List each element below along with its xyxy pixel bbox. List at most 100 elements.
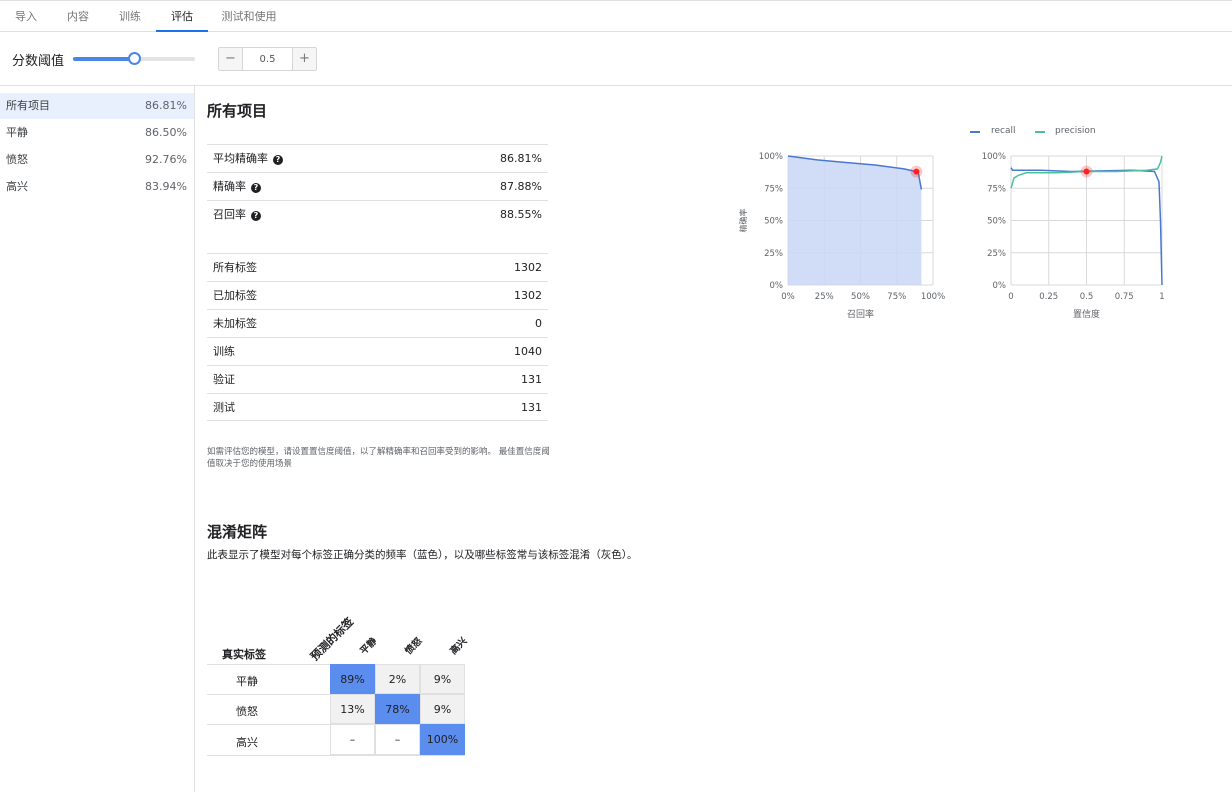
legend-label-precision: precision [1055, 126, 1096, 136]
legend-swatch-recall [970, 131, 980, 133]
y-tick-label: 75% [987, 184, 1006, 194]
sidebar-item-label: 高兴 [6, 180, 28, 193]
count-value: 0 [535, 317, 542, 330]
matrix-cell[interactable]: 9% [420, 664, 465, 694]
slider-fill [73, 57, 134, 61]
threshold-stepper: − + [218, 47, 317, 71]
tab-import[interactable]: 导入 [6, 1, 46, 32]
legend-recall: recall [970, 126, 1016, 136]
sidebar-item-label: 愤怒 [6, 153, 28, 166]
row-label-calm: 平静 [236, 675, 258, 688]
matrix-cell[interactable]: 13% [330, 694, 375, 724]
help-icon[interactable]: ? [273, 155, 283, 165]
tab-test-and-use[interactable]: 测试和使用 [216, 1, 282, 32]
sidebar-item-value: 83.94% [145, 180, 187, 193]
metric-label: 平均精确率 [213, 152, 268, 165]
matrix-cell[interactable]: 100% [420, 724, 465, 755]
help-icon[interactable]: ? [251, 211, 261, 221]
matrix-row-divider [207, 755, 465, 756]
x-tick-label: 50% [851, 292, 870, 302]
pr-area [788, 156, 922, 285]
sidebar-item-value: 92.76% [145, 153, 187, 166]
x-tick-label: 0% [781, 292, 795, 302]
matrix-cell[interactable]: 9% [420, 694, 465, 724]
x-tick-label: 0.25 [1039, 292, 1058, 302]
count-row-validation: 验证 131 [207, 365, 548, 393]
predicted-label-header: 预测的标签 [308, 615, 357, 664]
x-tick-label: 0 [1008, 292, 1013, 302]
sidebar-item-all[interactable]: 所有项目 86.81% [0, 93, 194, 119]
count-row-test: 测试 131 [207, 393, 548, 421]
matrix-cell[interactable]: 89% [330, 664, 375, 694]
x-tick-label: 75% [887, 292, 906, 302]
count-label: 测试 [213, 401, 235, 414]
help-icon[interactable]: ? [251, 183, 261, 193]
metric-value: 88.55% [500, 208, 542, 221]
matrix-cell[interactable]: – [375, 724, 420, 755]
y-axis-label: 精确率 [738, 209, 748, 233]
sidebar-item-angry[interactable]: 愤怒 92.76% [0, 147, 194, 173]
threshold-marker [1083, 168, 1090, 175]
column-header-angry: 愤怒 [403, 635, 425, 657]
threshold-input[interactable] [243, 48, 292, 70]
confusion-matrix-description: 此表显示了模型对每个标签正确分类的频率（蓝色），以及哪些标签常与该标签混淆（灰色… [207, 549, 638, 561]
y-tick-label: 100% [759, 152, 783, 162]
y-tick-label: 25% [987, 249, 1006, 259]
y-tick-label: 0% [993, 281, 1007, 291]
slider-handle[interactable] [128, 52, 141, 65]
x-axis-label: 召回率 [847, 308, 874, 320]
count-row-labeled: 已加标签 1302 [207, 281, 548, 309]
x-tick-label: 0.5 [1080, 292, 1094, 302]
tab-train[interactable]: 训练 [110, 1, 150, 32]
metric-label: 召回率 [213, 208, 246, 221]
tab-content[interactable]: 内容 [58, 1, 98, 32]
sidebar-item-value: 86.81% [145, 99, 187, 112]
count-label: 所有标签 [213, 261, 257, 274]
y-tick-label: 0% [770, 281, 784, 291]
metric-value: 86.81% [500, 152, 542, 165]
decrement-button[interactable]: − [219, 48, 243, 70]
matrix-cell[interactable]: 78% [375, 694, 420, 724]
y-tick-label: 25% [764, 249, 783, 259]
count-row-unlabeled: 未加标签 0 [207, 309, 548, 337]
tab-bar: 导入 内容 训练 评估 测试和使用 [0, 0, 1232, 32]
legend-swatch-precision [1035, 131, 1045, 133]
count-row-all-labels: 所有标签 1302 [207, 253, 548, 281]
y-tick-label: 75% [764, 184, 783, 194]
count-label: 训练 [213, 345, 235, 358]
threshold-bar: 分数阈值 − + [0, 32, 1232, 86]
sidebar-item-happy[interactable]: 高兴 83.94% [0, 174, 194, 200]
count-value: 131 [521, 401, 542, 414]
count-value: 1040 [514, 345, 542, 358]
metric-value: 87.88% [500, 180, 542, 193]
row-label-happy: 高兴 [236, 736, 258, 749]
column-header-happy: 高兴 [448, 635, 470, 657]
increment-button[interactable]: + [292, 48, 316, 70]
matrix-cell[interactable]: – [330, 724, 375, 755]
column-header-calm: 平静 [358, 635, 380, 657]
count-value: 131 [521, 373, 542, 386]
threshold-label: 分数阈值 [12, 54, 65, 69]
sidebar-item-value: 86.50% [145, 126, 187, 139]
count-label: 未加标签 [213, 317, 257, 330]
threshold-marker [913, 168, 920, 175]
matrix-cell[interactable]: 2% [375, 664, 420, 694]
x-axis-label: 置信度 [1073, 308, 1100, 320]
page-title: 所有项目 [207, 102, 268, 120]
threshold-note: 如需评估您的模型，请设置置信度阈值，以了解精确率和召回率受到的影响。 最佳置信度… [207, 447, 550, 469]
precision-recall-chart: 0% 25% 50% 75% 100% 0% 25% 50% 75% 100% 召回率 精确率 [738, 152, 945, 320]
row-label-angry: 愤怒 [236, 705, 258, 718]
metric-row-avg-precision: 平均精确率? 86.81% [207, 144, 548, 172]
tab-evaluate[interactable]: 评估 [156, 1, 208, 32]
x-tick-label: 25% [815, 292, 834, 302]
threshold-chart: 0% 25% 50% 75% 100% 0 0.25 0.5 0.75 1 置信度 [982, 152, 1165, 320]
y-tick-label: 100% [982, 152, 1006, 162]
metrics-spacer [207, 228, 548, 253]
legend-label-recall: recall [991, 126, 1016, 136]
x-tick-label: 100% [921, 292, 945, 302]
count-value: 1302 [514, 261, 542, 274]
sidebar-item-calm[interactable]: 平静 86.50% [0, 120, 194, 146]
confusion-matrix-title: 混淆矩阵 [207, 523, 268, 541]
metric-row-precision: 精确率? 87.88% [207, 172, 548, 200]
x-tick-label: 0.75 [1115, 292, 1134, 302]
